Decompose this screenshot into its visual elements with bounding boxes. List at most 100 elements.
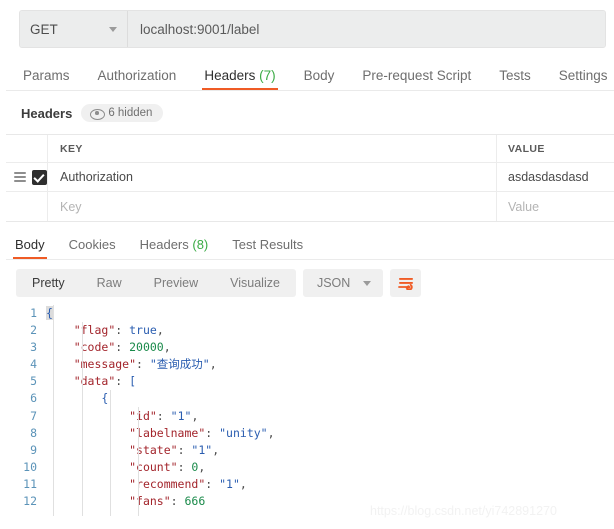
code-line: 3 "code": 20000,: [0, 339, 614, 356]
indent-guide: [53, 305, 54, 516]
table-row[interactable]: Authorization asdasdasdasd: [6, 163, 614, 192]
format-select[interactable]: JSON: [302, 269, 384, 297]
response-tab-body[interactable]: Body: [13, 237, 57, 259]
line-number: 8: [30, 425, 37, 440]
tab-params[interactable]: Params: [19, 68, 84, 90]
row-controls-empty: [6, 192, 48, 221]
hidden-headers-badge[interactable]: 6 hidden: [81, 104, 164, 122]
column-value-label: VALUE: [508, 142, 545, 155]
header-cell-value: VALUE: [497, 135, 614, 162]
tab-body[interactable]: Body: [290, 68, 349, 90]
row-key-placeholder: Key: [60, 199, 82, 214]
code-text: "fans": 666: [129, 494, 206, 509]
tab-headers[interactable]: Headers (7): [190, 68, 289, 90]
row-key-input-empty[interactable]: Key: [48, 192, 497, 221]
line-number: 10: [23, 459, 37, 474]
column-key-label: KEY: [60, 142, 83, 155]
hidden-headers-label: 6 hidden: [108, 107, 153, 119]
table-spacer: [0, 222, 614, 232]
code-text: "code": 20000,: [73, 340, 171, 355]
response-tabs: Body Cookies Headers (8) Test Results: [13, 232, 614, 259]
url-input[interactable]: localhost:9001/label: [128, 11, 605, 47]
row-key-input[interactable]: Authorization: [48, 163, 497, 191]
code-line: 6 {: [0, 390, 614, 407]
line-number: 12: [23, 494, 37, 509]
tab-authorization-label: Authorization: [97, 68, 177, 83]
tab-headers-label: Headers: [204, 68, 256, 83]
response-body-code[interactable]: 1{2 "flag": true, 3 "code": 20000, 4 "mess…: [0, 305, 614, 516]
code-text: "recommend": "1",: [129, 476, 247, 491]
code-text: "data": [: [73, 374, 137, 389]
indent-guide: [110, 390, 111, 516]
code-line: 7 "id": "1",: [0, 408, 614, 425]
line-number: 1: [30, 306, 37, 320]
indent-guide: [138, 407, 139, 516]
table-header-row: KEY VALUE: [6, 135, 614, 163]
tab-params-label: Params: [23, 68, 70, 83]
code-line: 2 "flag": true,: [0, 322, 614, 339]
format-label: JSON: [316, 276, 351, 290]
code-line: 5 "data": [: [0, 373, 614, 390]
code-line: 9 "state": "1",: [0, 442, 614, 459]
view-mode-visualize[interactable]: Visualize: [214, 269, 296, 297]
response-tab-headers-label: Headers: [139, 237, 189, 252]
view-mode-preview[interactable]: Preview: [138, 269, 214, 297]
line-number: 9: [30, 442, 37, 457]
response-tab-cookies[interactable]: Cookies: [57, 237, 128, 259]
code-line: 11 "recommend": "1",: [0, 476, 614, 493]
request-tabs: Params Authorization Headers (7) Body Pr…: [19, 62, 614, 90]
code-text: "count": 0,: [129, 459, 206, 474]
tab-pre-request-script[interactable]: Pre-request Script: [348, 68, 485, 90]
chevron-down-icon: [363, 280, 372, 286]
code-text: {: [101, 391, 109, 406]
view-mode-pretty[interactable]: Pretty: [16, 269, 81, 297]
code-line: 1{: [0, 305, 614, 322]
line-number: 3: [30, 340, 37, 355]
view-mode-raw[interactable]: Raw: [81, 269, 138, 297]
http-method-label: GET: [30, 21, 58, 37]
row-value-input-empty[interactable]: Value: [497, 192, 614, 221]
drag-handle-icon[interactable]: [14, 172, 26, 182]
tab-body-label: Body: [303, 68, 335, 83]
code-line: 4 "message": "查询成功",: [0, 356, 614, 373]
http-method-select[interactable]: GET: [20, 11, 128, 47]
response-tab-headers-count: (8): [192, 237, 209, 252]
row-value-placeholder: Value: [508, 199, 540, 214]
response-tab-cookies-label: Cookies: [68, 237, 116, 252]
tab-settings-label: Settings: [558, 68, 608, 83]
response-tab-body-label: Body: [15, 237, 45, 252]
tab-headers-count: (7): [259, 68, 276, 83]
response-tab-headers[interactable]: Headers (8): [128, 237, 221, 259]
row-controls: [6, 163, 48, 191]
word-wrap-icon: [397, 277, 413, 290]
indent-guide: [82, 322, 83, 516]
response-view-toolbar: Pretty Raw Preview Visualize JSON: [16, 269, 614, 297]
code-text: "message": "查询成功",: [73, 357, 217, 372]
line-number: 6: [30, 391, 37, 406]
word-wrap-button[interactable]: [390, 269, 422, 297]
request-url-bar: GET localhost:9001/label: [19, 10, 606, 48]
code-text: "labelname": "unity",: [129, 425, 275, 440]
line-number: 2: [30, 323, 37, 338]
header-cell-key: KEY: [48, 135, 497, 162]
tab-authorization[interactable]: Authorization: [84, 68, 191, 90]
code-text: "flag": true,: [73, 323, 164, 338]
headers-subheader: Headers 6 hidden: [21, 102, 614, 124]
response-tabs-divider: [6, 259, 614, 260]
tab-pre-request-script-label: Pre-request Script: [362, 68, 472, 83]
line-number: 7: [30, 408, 37, 423]
response-tab-test-results[interactable]: Test Results: [220, 237, 315, 259]
row-checkbox[interactable]: [32, 169, 47, 185]
row-key-text: Authorization: [60, 170, 133, 184]
table-row-empty[interactable]: Key Value: [6, 192, 614, 221]
line-number: 11: [23, 476, 37, 491]
line-number: 4: [30, 357, 37, 372]
code-line: 8 "labelname": "unity",: [0, 425, 614, 442]
code-text: "state": "1",: [129, 442, 220, 457]
row-value-input[interactable]: asdasdasdasd: [497, 163, 614, 191]
tab-tests[interactable]: Tests: [485, 68, 545, 90]
header-cell-handle: [6, 135, 48, 162]
code-text: "id": "1",: [129, 408, 199, 423]
tab-settings[interactable]: Settings: [545, 68, 614, 90]
eye-icon: [90, 108, 106, 120]
